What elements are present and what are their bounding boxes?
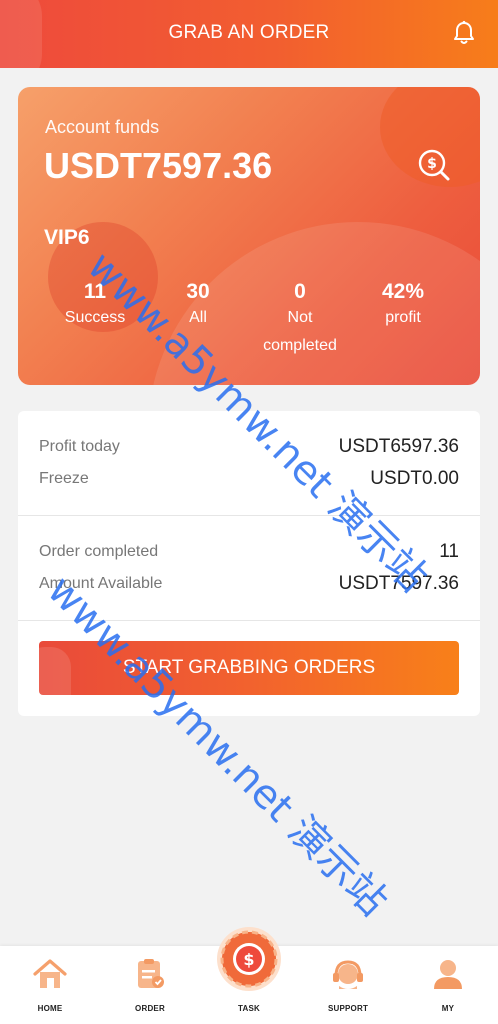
home-icon: [33, 959, 67, 988]
task-dollar-icon: $: [217, 927, 281, 991]
stat-value: 30: [186, 280, 210, 303]
account-funds-card: Account funds USDT7597.36 $ VIP6 11 Succ…: [18, 87, 480, 385]
start-grabbing-label: START GRABBING ORDERS: [122, 657, 376, 678]
stat-value: 11: [83, 280, 107, 303]
order-completed-row: Order completed 11: [39, 540, 459, 564]
bottom-navigation: HOME ORDER $ TASK SUPPORT MY: [0, 927, 498, 1024]
stat-success: 11 Success: [40, 280, 150, 332]
freeze-label: Freeze: [39, 470, 89, 487]
freeze-value: USDT0.00: [370, 468, 459, 489]
stat-all: 30 All: [143, 280, 253, 332]
nav-item-support[interactable]: SUPPORT: [298, 946, 398, 1024]
stat-label: Success: [64, 309, 126, 326]
stat-value: 42%: [381, 280, 425, 303]
stat-label: Not completed: [263, 309, 337, 354]
stat-profit: 42% profit: [348, 280, 458, 332]
amount-available-label: Amount Available: [39, 575, 163, 592]
stats-row: 11 Success 30 All 0 Not completed 42% pr…: [18, 280, 480, 360]
order-completed-value: 11: [439, 541, 459, 562]
user-icon: [434, 960, 462, 989]
nav-item-order[interactable]: ORDER: [100, 946, 200, 1024]
nav-label: TASK: [238, 1004, 260, 1013]
button-decoration: [39, 647, 71, 695]
order-completed-label: Order completed: [39, 543, 159, 560]
divider: [18, 515, 480, 516]
vip-level: VIP6: [44, 226, 90, 249]
support-icon: [333, 960, 363, 989]
top-bar: GRAB AN ORDER: [0, 0, 498, 68]
stat-value: 0: [294, 280, 306, 303]
freeze-row: Freeze USDT0.00: [39, 467, 459, 491]
profit-today-label: Profit today: [39, 438, 120, 455]
dollar-search-icon[interactable]: $: [416, 147, 452, 183]
stat-label: All: [189, 309, 207, 326]
account-funds-value: USDT7597.36: [44, 145, 273, 186]
amount-available-value: USDT7597.36: [338, 573, 459, 594]
page-title: GRAB AN ORDER: [168, 22, 330, 43]
stat-not-completed: 0 Not completed: [245, 280, 355, 360]
svg-text:$: $: [427, 156, 437, 172]
nav-item-task[interactable]: $ TASK: [199, 927, 299, 1024]
order-icon: [138, 959, 164, 988]
start-grabbing-button[interactable]: START GRABBING ORDERS: [39, 641, 459, 695]
order-details-panel: Profit today USDT6597.36 Freeze USDT0.00…: [18, 411, 480, 716]
divider: [18, 620, 480, 621]
nav-item-my[interactable]: MY: [398, 946, 498, 1024]
svg-text:$: $: [243, 950, 254, 969]
nav-item-home[interactable]: HOME: [0, 946, 100, 1024]
nav-label: MY: [441, 1004, 455, 1013]
nav-label: SUPPORT: [327, 1004, 369, 1013]
bell-icon[interactable]: [452, 20, 476, 46]
nav-label: HOME: [37, 1004, 63, 1013]
stat-label: profit: [385, 309, 421, 326]
nav-label: ORDER: [135, 1004, 165, 1013]
profit-today-row: Profit today USDT6597.36: [39, 435, 459, 459]
profit-today-value: USDT6597.36: [338, 436, 459, 457]
account-funds-label: Account funds: [45, 117, 160, 137]
amount-available-row: Amount Available USDT7597.36: [39, 572, 459, 596]
